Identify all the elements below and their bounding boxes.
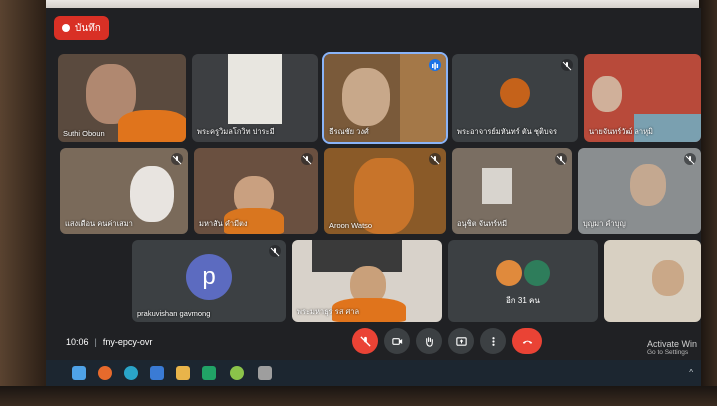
participant-name: Suthi Oboun (63, 129, 105, 138)
store-icon[interactable] (150, 366, 164, 380)
system-tray-arrow[interactable]: ^ (689, 368, 693, 377)
meeting-info: 10:06 | fny-epcy-ovr (66, 337, 152, 347)
windows-start-icon[interactable] (72, 366, 86, 380)
participant-tile-active[interactable]: ธีรณชัย วงศ์ (322, 52, 448, 144)
others-tile[interactable]: อีก 31 คน (448, 240, 598, 322)
hand-icon (425, 336, 433, 347)
mic-off-icon (429, 153, 441, 165)
mic-off-icon (171, 153, 183, 165)
participant-name: นายจันทร์วัฒ์ ลาหุมิ (589, 127, 653, 136)
participant-tile[interactable]: พระอาจารย์มหันทร์ ตัน ชุติบจร (452, 54, 578, 142)
meeting-control-bar: 10:06 | fny-epcy-ovr (46, 326, 701, 358)
participant-tile[interactable]: Aroon Watso (324, 148, 446, 234)
meeting-code: fny-epcy-ovr (102, 337, 153, 347)
recording-label: บันทึก (75, 22, 101, 34)
excel-icon[interactable] (202, 366, 216, 380)
monitor-bezel-bottom (0, 386, 717, 406)
participant-tile[interactable]: นายจันทร์วัฒ์ ลาหุมิ (584, 54, 701, 142)
participant-name: Aroon Watso (329, 221, 373, 230)
participant-tile[interactable]: พระมหาธุร รส ศาล (292, 240, 442, 322)
line-icon[interactable] (230, 366, 244, 380)
participant-name: พระครูวิมลโกวิท ปาระมี (197, 127, 275, 136)
participant-tile[interactable]: มหาสัน คำมีตง (194, 148, 318, 234)
video-feed-robe (118, 110, 186, 142)
participant-tile[interactable]: อนุชิต จันทร์หมี (452, 148, 572, 234)
participant-avatar: p (186, 254, 232, 300)
meeting-time: 10:06 (66, 337, 89, 347)
meet-screen: บันทึก Suthi Oboun พระครูวิมลโกวิท ปาระม… (46, 8, 701, 386)
video-feed-frame (312, 240, 402, 272)
mic-off-icon (555, 153, 567, 165)
participant-tile[interactable]: p prakuvishan gavmong (132, 240, 286, 322)
leave-call-button[interactable] (512, 328, 542, 354)
video-feed (130, 166, 174, 222)
phone-hangup-icon (522, 340, 532, 344)
video-feed (228, 54, 282, 124)
video-feed (592, 76, 622, 112)
windows-taskbar: ^ (46, 360, 701, 386)
more-options-button[interactable] (480, 328, 506, 354)
participant-avatar (496, 260, 522, 286)
monitor-bezel-left (0, 0, 46, 406)
participant-name: มหาสัน คำมีตง (199, 219, 248, 228)
more-vert-icon (491, 336, 495, 346)
video-feed (630, 164, 666, 206)
participant-avatar (524, 260, 550, 286)
others-count-label: อีก 31 คน (506, 296, 540, 305)
video-feed (652, 260, 684, 296)
mic-off-icon (684, 153, 696, 165)
monitor-bezel-right (699, 0, 717, 406)
participant-name: อนุชิต จันทร์หมี (457, 219, 508, 228)
camera-icon (391, 337, 402, 345)
meeting-separator: | (94, 337, 97, 347)
raise-hand-button[interactable] (416, 328, 442, 354)
mic-off-icon (561, 59, 573, 71)
speaking-indicator-icon (429, 59, 441, 71)
mic-toggle-button[interactable] (352, 328, 378, 354)
participant-tile[interactable] (604, 240, 701, 322)
mic-off-icon (301, 153, 313, 165)
participant-tile[interactable]: บุญมา คำบุญ (578, 148, 701, 234)
folder-icon[interactable] (176, 366, 190, 380)
mic-off-icon (269, 245, 281, 257)
firefox-icon[interactable] (98, 366, 112, 380)
recording-indicator[interactable]: บันทึก (54, 16, 109, 40)
app-icon[interactable] (258, 366, 272, 380)
participant-name: prakuvishan gavmong (137, 309, 211, 318)
participant-name: พระมหาธุร รส ศาล (297, 307, 360, 316)
mic-off-icon (359, 335, 371, 347)
activate-subtitle: Go to Settings (646, 349, 689, 356)
participant-tile[interactable]: Suthi Oboun (58, 54, 186, 142)
participant-name: พระอาจารย์มหันทร์ ตัน ชุติบจร (457, 127, 558, 136)
participant-tile[interactable]: แสงเดือน คนค่าเสมา (60, 148, 188, 234)
participant-avatar (500, 78, 530, 108)
windows-activation-watermark: Activate Win Go to Settings (647, 339, 697, 356)
present-icon (455, 336, 467, 346)
video-feed (482, 168, 512, 204)
present-screen-button[interactable] (448, 328, 474, 354)
activate-title: Activate Win (646, 339, 697, 349)
participant-tile[interactable]: พระครูวิมลโกวิท ปาระมี (192, 54, 318, 142)
edge-icon[interactable] (124, 366, 138, 380)
camera-toggle-button[interactable] (384, 328, 410, 354)
participant-name: ธีรณชัย วงศ์ (329, 127, 369, 136)
video-feed (342, 68, 390, 126)
participant-name: บุญมา คำบุญ (583, 219, 626, 228)
record-dot-icon (62, 24, 70, 32)
participant-name: แสงเดือน คนค่าเสมา (65, 219, 133, 228)
